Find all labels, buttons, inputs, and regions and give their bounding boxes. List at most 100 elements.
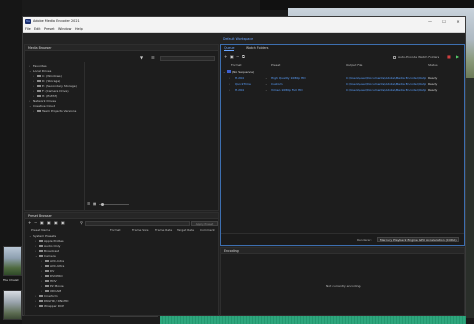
add-output-icon[interactable]: ▣ [230,54,234,59]
start-queue-icon[interactable]: ▶ [456,54,459,59]
column-header[interactable]: Status [428,63,438,67]
add-preset-icon[interactable]: + [28,220,31,225]
workspace-tab[interactable]: Default Workspace [223,37,253,41]
tree-item[interactable]: › E: (Secondary Storage) [33,84,77,88]
tree-item[interactable]: ⌄Local Drives [29,69,51,73]
maximize-button[interactable]: ☐ [439,18,449,25]
new-group-icon[interactable]: ▣ [40,220,44,225]
drive-icon [37,89,41,93]
encoding-panel: Encoding Not currently encoding. [220,247,465,316]
grid-view-icon[interactable]: ▦ [93,202,96,206]
preset-group[interactable]: › DNxHR / DNxHD [35,299,68,303]
preset-group[interactable]: › Broadcast [35,249,59,253]
column-header[interactable]: Frame Rate [155,228,172,232]
output-file-value[interactable]: C:\Users\user\Documents\Adobe\Media Enco… [346,88,426,92]
list-view-icon[interactable]: ☰ [87,202,90,206]
media-browser-header: Media Browser [25,45,218,51]
column-header[interactable]: Output File [346,63,362,67]
queue-row[interactable]: › QuickTime ⌄ Custom C:\Users\user\Docum… [221,81,461,86]
preset-group[interactable]: › DVCPRO [41,274,63,278]
format-value[interactable]: H.264 [235,88,244,92]
media-browser-title: Media Browser [28,46,52,50]
menu-file[interactable]: File [25,27,31,31]
preset-group[interactable]: › Wrapper DCP [35,304,64,308]
column-header[interactable]: Format [231,63,242,67]
expand-arrow-icon: ⌄ [223,70,226,74]
menu-window[interactable]: Window [58,27,71,31]
preset-group[interactable]: › AVC-Ultra [41,264,64,268]
preset-group[interactable]: › Apple ProRes [35,239,64,243]
settings-icon[interactable]: ▣ [47,220,51,225]
import-preset-icon[interactable]: ▣ [54,220,58,225]
tab-watch-folders[interactable]: Watch Folders [246,45,268,51]
remove-preset-icon[interactable]: − [34,220,37,225]
media-search-input[interactable] [160,56,215,61]
background-thumbnail[interactable] [3,246,22,276]
tree-item[interactable]: › H: (ExFAT) [33,94,57,98]
queue-panel: Queue Watch Folders + ▣ − ⧉ Auto-Encode … [220,44,465,246]
column-header[interactable]: Preset [271,63,280,67]
tree-item[interactable]: › Network Drives [29,99,56,103]
queue-row[interactable]: › H.264 ⌄ Vimeo 1080p Full HD C:\Users\u… [221,87,461,92]
preset-value[interactable]: Custom [271,82,283,86]
preset-search-input[interactable] [85,221,190,226]
menu-preset[interactable]: Preset [44,27,55,31]
remove-icon[interactable]: − [236,54,239,59]
menu-help[interactable]: Help [75,27,83,31]
output-file-value[interactable]: C:\Users\user\Documents\Adobe\Media Enco… [346,82,426,86]
close-button[interactable]: ✕ [453,18,463,25]
menu-edit[interactable]: Edit [34,27,41,31]
column-header[interactable]: Format [110,228,121,232]
preset-group[interactable]: › DV [41,269,54,273]
menu-bar: File Edit Preset Window Help [23,26,465,33]
tree-item[interactable]: › Favorites [29,64,47,68]
queue-row[interactable]: › H.264 ⌄ High Quality 1080p HD C:\Users… [221,75,461,80]
chevron-down-icon[interactable]: ⌄ [265,88,268,92]
preset-group[interactable]: › AVC-Intra [41,259,64,263]
duplicate-icon[interactable]: ⧉ [242,54,245,59]
view-options-icon[interactable]: ☰ [151,55,155,60]
background-thumbnail[interactable] [3,290,22,320]
tree-item[interactable]: ⌄Creative Cloud [29,104,55,108]
format-value[interactable]: QuickTime [235,82,251,86]
tree-item[interactable]: › C: (Windows) [33,74,62,78]
export-preset-icon[interactable]: ▣ [61,220,65,225]
preset-group[interactable]: ⌄ Camera [35,254,56,258]
folder-icon [45,264,49,268]
preset-group[interactable]: › HDV [41,279,57,283]
stop-icon[interactable]: ■ [447,54,451,59]
chevron-down-icon[interactable]: ⌄ [265,82,268,86]
preset-group[interactable]: › Audio Only [35,244,60,248]
format-value[interactable]: H.264 [235,76,244,80]
auto-encode-checkbox[interactable] [393,56,396,59]
column-header[interactable]: Preset Name [31,228,50,232]
preset-value[interactable]: High Quality 1080p HD [271,76,306,80]
queue-group-row[interactable]: ⌄ (No Sequence) [221,69,461,74]
preset-group[interactable]: › P2 Movie [41,284,64,288]
tree-item-label: DVCPRO [50,274,63,278]
tree-item[interactable]: › Team Projects Versions [33,109,76,113]
output-file-value[interactable]: C:\Users\user\Documents\Adobe\Media Enco… [346,76,426,80]
column-header[interactable]: Target Rate [177,228,194,232]
apply-preset-button[interactable]: Apply Preset [191,221,218,226]
play-icon: ▶ [456,54,460,59]
renderer-select[interactable]: Mercury Playback Engine GPU Acceleration… [377,237,459,242]
preset-group[interactable]: › Cineform [35,294,58,298]
tree-item[interactable]: › D: (Storage) [33,79,60,83]
filter-icon[interactable]: ▼ [140,55,143,60]
zoom-slider-handle[interactable] [101,203,104,206]
minimize-button[interactable]: — [425,18,435,25]
folder-icon [39,299,43,303]
chevron-down-icon[interactable]: ⌄ [265,76,268,80]
preset-group[interactable]: › XDCAM [41,289,61,293]
renderer-value: Mercury Playback Engine GPU Acceleration… [380,238,457,242]
preset-group[interactable]: ⌄System Presets [29,234,56,238]
preset-value[interactable]: Vimeo 1080p Full HD [271,88,303,92]
auto-encode-label: Auto-Encode Watch Folders [398,55,440,59]
tree-item-label: AVC-Intra [50,259,65,263]
column-header[interactable]: Comment [200,228,215,232]
tree-item[interactable]: › F: (Camera Drive) [33,89,69,93]
tab-queue[interactable]: Queue [224,45,235,51]
column-header[interactable]: Frame Size [132,228,148,232]
add-source-icon[interactable]: + [224,54,227,59]
